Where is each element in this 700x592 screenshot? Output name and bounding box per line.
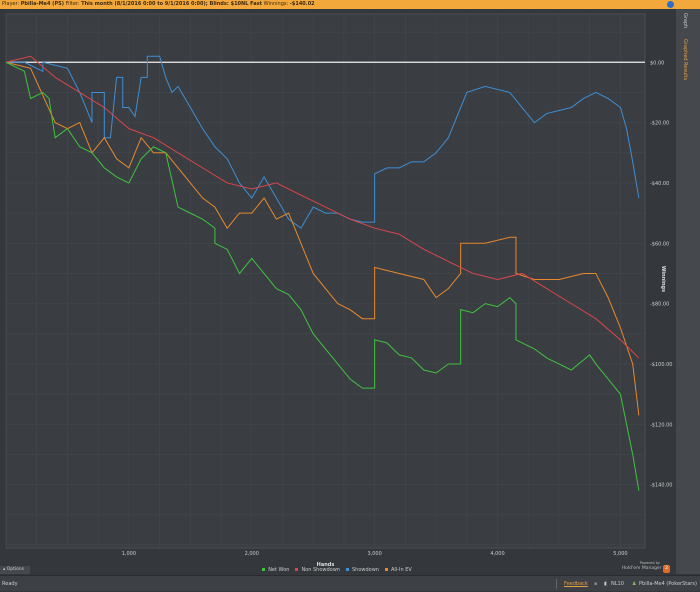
status-text: Ready [2,581,18,587]
y-tick-label: -$100.00 [650,362,672,368]
brand-name: Hold'em Manager [621,566,662,571]
brand-logo: Powered by Hold'em Manager 2 [594,561,670,573]
options-label: Options [6,567,25,572]
legend-item[interactable]: Net Won [262,567,291,573]
feedback-link[interactable]: Feedback [564,576,588,592]
legend-label: All-In EV [390,567,412,573]
y-tick-label: -$40.00 [650,181,669,187]
y-axis-label: Winnings [660,266,666,292]
active-player[interactable]: Pbilla-Me4 (PokerStars) [639,576,697,592]
x-tick-label: 1,000 [122,551,136,557]
brand-badge: 2 [663,565,670,573]
legend-item[interactable]: Non Showdown [295,567,342,573]
x-tick-label: 5,000 [613,551,627,557]
winnings-value: -$140.02 [289,1,315,7]
table-stakes[interactable]: NL10 [611,576,624,592]
player-name: Pbilla-Me4 (PS) [20,1,65,7]
y-tick-label: -$60.00 [650,241,669,247]
legend-swatch [295,568,299,571]
legend-item[interactable]: Showdown [345,567,381,573]
legend-label: Net Won [268,567,290,573]
info-icon[interactable] [667,1,674,8]
tab-graph[interactable]: Graph [682,13,688,28]
graph-panel: 1,000 2,000 3,000 4,000 5,000 $0.00 -$20.00 -$4… [0,9,676,574]
legend: Net Won Non Showdown Showdown All-In EV [0,567,676,573]
x-tick-label: 3,000 [367,551,381,557]
y-tick-label: $0.00 [650,60,664,66]
winnings-label: Winnings: [263,1,289,7]
plot-area [5,13,646,549]
y-tick-label: -$80.00 [650,302,669,308]
divider [556,579,557,589]
legend-swatch [384,568,388,571]
winnings-chart: 1,000 2,000 3,000 4,000 5,000 $0.00 -$20.00 -$4… [5,13,672,568]
y-tick-label: -$120.00 [650,422,672,428]
x-tick-label: 4,000 [490,551,504,557]
legend-swatch [262,568,266,571]
player-label: Player: [2,1,20,7]
filter-label: Filter: [65,1,80,7]
title-bar: Player: Pbilla-Me4 (PS) Filter: This mon… [0,0,700,9]
side-tabs: Graph Graphed Results [676,9,700,574]
x-tick-label: 2,000 [245,551,259,557]
player-icon: ♟ [632,581,637,587]
chat-icon[interactable]: ▪ [594,576,597,592]
legend-item[interactable]: All-In EV [384,567,414,573]
powered-by: Powered by [639,561,660,565]
tab-graphed-results[interactable]: Graphed Results [682,39,688,80]
status-bar: Ready Feedback ▪ ▮ NL10 ♟ Pbilla-Me4 (Po… [0,575,700,591]
options-button[interactable]: ▴ Options [0,566,30,574]
y-tick-label: -$20.00 [650,121,669,127]
filter-value: This month (8/1/2016 0:00 to 9/1/2016 0:… [81,1,263,7]
y-tick-label: -$140.00 [650,483,672,489]
legend-swatch [345,568,349,571]
table-icon: ▮ [604,581,607,587]
legend-label: Non Showdown [301,567,340,573]
legend-label: Showdown [351,567,379,573]
